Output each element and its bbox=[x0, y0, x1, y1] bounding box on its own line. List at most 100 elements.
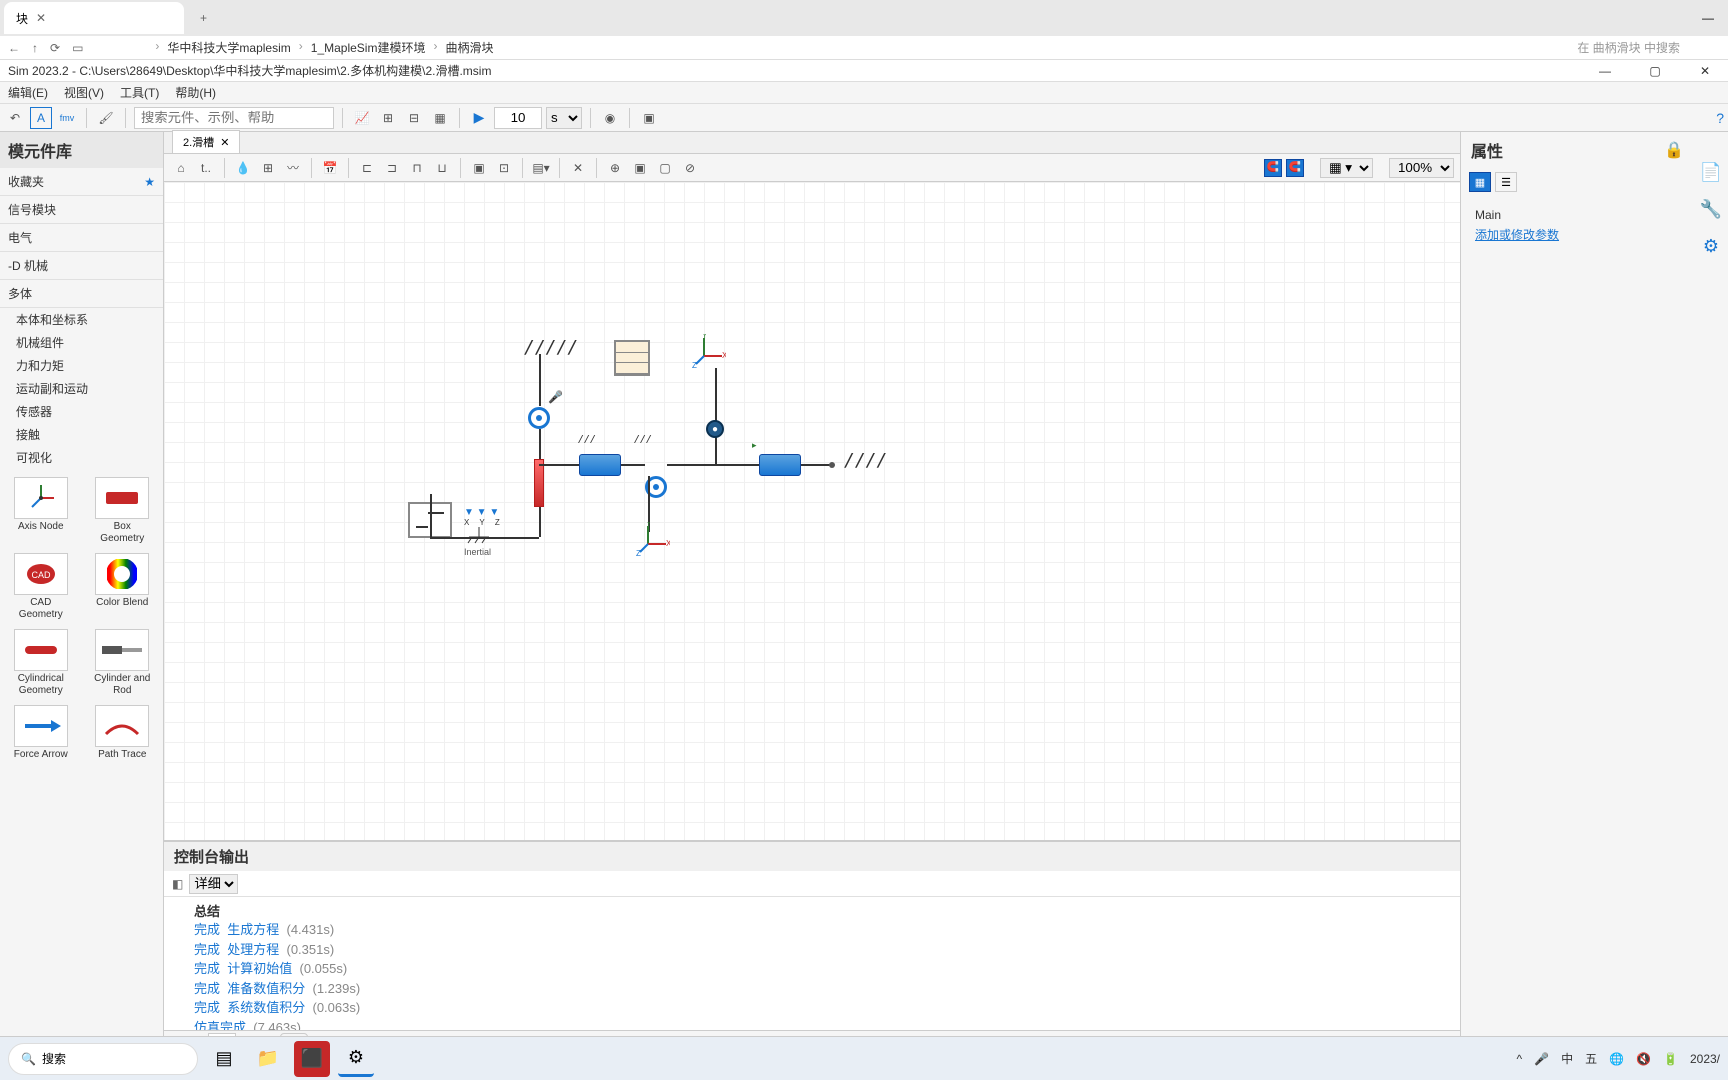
tool-drop-icon[interactable]: 💧 bbox=[232, 157, 254, 179]
reload-icon[interactable]: ⟳ bbox=[50, 41, 60, 55]
search-input[interactable] bbox=[134, 107, 334, 129]
minimize-button[interactable]: — bbox=[1590, 64, 1620, 78]
layout-select[interactable]: ▦ ▾ bbox=[1320, 158, 1373, 178]
comp-cylinder-rod[interactable]: Cylinder and Rod bbox=[86, 629, 160, 697]
tool-align2-icon[interactable]: ⊐ bbox=[381, 157, 403, 179]
tool-shuffle-icon[interactable]: ✕ bbox=[567, 157, 589, 179]
tray-globe-icon[interactable]: 🌐 bbox=[1609, 1052, 1624, 1066]
tray-mic-icon[interactable]: 🎤 bbox=[1534, 1052, 1549, 1066]
tray-battery-icon[interactable]: 🔋 bbox=[1663, 1052, 1678, 1066]
tool-sub-icon[interactable]: ▣ bbox=[468, 157, 490, 179]
inertial-frame[interactable]: ▼ ▼ ▼ X Y Z Inertial bbox=[464, 507, 504, 557]
comp-cylindrical[interactable]: Cylindrical Geometry bbox=[4, 629, 78, 697]
help-icon[interactable]: ? bbox=[1716, 110, 1724, 126]
play-button[interactable]: ▶ bbox=[468, 107, 490, 129]
rigid-body[interactable] bbox=[579, 454, 621, 476]
tool-view-icon[interactable]: ▦ bbox=[429, 107, 451, 129]
body-vertical[interactable] bbox=[534, 459, 544, 507]
browser-tab[interactable]: 块 ✕ bbox=[4, 2, 184, 34]
tool-chart-icon[interactable]: 📈 bbox=[351, 107, 373, 129]
table-block[interactable] bbox=[614, 340, 650, 376]
tool-forbidden-icon[interactable]: ⊘ bbox=[679, 157, 701, 179]
tool-grid-icon[interactable]: ⊞ bbox=[377, 107, 399, 129]
breadcrumb-item[interactable]: 1_MapleSim建模环境 bbox=[311, 39, 426, 56]
document-icon[interactable]: 📄 bbox=[1700, 162, 1722, 183]
tool-grid2-icon[interactable]: ⊞ bbox=[257, 157, 279, 179]
lib-favorites[interactable]: 收藏夹 ★ bbox=[0, 168, 163, 196]
tool-fmv-icon[interactable]: fmv bbox=[56, 107, 78, 129]
tree-contact[interactable]: 接触 bbox=[0, 423, 163, 446]
time-input[interactable] bbox=[494, 107, 542, 129]
rigid-body[interactable] bbox=[759, 454, 801, 476]
tool-paint-icon[interactable]: 🖌 bbox=[95, 107, 117, 129]
nav-icon[interactable]: t.. bbox=[195, 157, 217, 179]
tray-chevron-icon[interactable]: ^ bbox=[1516, 1052, 1522, 1066]
minimize-icon[interactable]: — bbox=[1702, 11, 1714, 25]
add-params-link[interactable]: 添加或修改参数 bbox=[1475, 226, 1680, 243]
home-icon[interactable]: ⌂ bbox=[170, 157, 192, 179]
axis-frame[interactable]: YXZ bbox=[692, 334, 726, 368]
tool-align4-icon[interactable]: ⊔ bbox=[431, 157, 453, 179]
maximize-button[interactable]: ▢ bbox=[1640, 64, 1670, 78]
lock-icon[interactable]: 🔒 bbox=[1664, 140, 1684, 160]
view-tab-list[interactable]: ☰ bbox=[1495, 172, 1517, 192]
axis-frame-bottom[interactable]: YXZ bbox=[636, 522, 670, 556]
lib-electrical[interactable]: 电气 bbox=[0, 224, 163, 252]
menu-view[interactable]: 视图(V) bbox=[64, 84, 104, 101]
eraser-icon[interactable]: ◧ bbox=[172, 877, 183, 891]
tool-wave-icon[interactable]: 〰 bbox=[282, 157, 304, 179]
comp-path-trace[interactable]: Path Trace bbox=[86, 705, 160, 761]
zoom-select[interactable]: 100% bbox=[1389, 158, 1454, 178]
tool-text-icon[interactable]: A bbox=[30, 107, 52, 129]
magnet2-icon[interactable]: 🧲 bbox=[1286, 159, 1304, 177]
lib-multibody[interactable]: 多体 bbox=[0, 280, 163, 308]
close-icon[interactable]: ✕ bbox=[36, 11, 46, 25]
comp-axis-node[interactable]: Axis Node bbox=[4, 477, 78, 545]
unit-select[interactable]: s bbox=[546, 107, 582, 129]
tree-body-frame[interactable]: 本体和坐标系 bbox=[0, 308, 163, 331]
tree-joints[interactable]: 运动副和运动 bbox=[0, 377, 163, 400]
tool-expand-icon[interactable]: ⊡ bbox=[493, 157, 515, 179]
menu-tools[interactable]: 工具(T) bbox=[120, 84, 159, 101]
tray-date[interactable]: 2023/ bbox=[1690, 1052, 1720, 1066]
detail-select[interactable]: 详细 bbox=[189, 874, 238, 894]
tool-undo-icon[interactable]: ↶ bbox=[4, 107, 26, 129]
wrench-icon[interactable]: 🔧 bbox=[1700, 199, 1722, 220]
explorer-icon[interactable]: 📁 bbox=[250, 1041, 286, 1077]
taskbar-search[interactable]: 🔍 搜索 bbox=[8, 1043, 198, 1075]
doc-tab[interactable]: 2.滑槽 ✕ bbox=[172, 130, 240, 153]
menu-help[interactable]: 帮助(H) bbox=[175, 84, 216, 101]
add-tab-button[interactable]: + bbox=[192, 7, 215, 29]
tool-target-icon[interactable]: ⊕ bbox=[604, 157, 626, 179]
tree-mech-comp[interactable]: 机械组件 bbox=[0, 331, 163, 354]
comp-force-arrow[interactable]: Force Arrow bbox=[4, 705, 78, 761]
lib-mech[interactable]: -D 机械 bbox=[0, 252, 163, 280]
tool-table-icon[interactable]: ⊟ bbox=[403, 107, 425, 129]
view-tab-icon[interactable]: ▦ bbox=[1469, 172, 1491, 192]
close-icon[interactable]: ✕ bbox=[220, 136, 229, 149]
comp-box-geometry[interactable]: Box Geometry bbox=[86, 477, 160, 545]
tray-volume-icon[interactable]: 🔇 bbox=[1636, 1052, 1651, 1066]
probe-icon[interactable]: 🎤 bbox=[548, 390, 563, 404]
tool-calendar-icon[interactable]: 📅 bbox=[319, 157, 341, 179]
breadcrumb-item[interactable]: 华中科技大学maplesim bbox=[167, 39, 290, 56]
tool-subsys-icon[interactable]: ▤▾ bbox=[530, 157, 552, 179]
model-canvas[interactable]: ///// YXZ 🎤 ▼ ▼ ▼ X Y Z In bbox=[164, 182, 1460, 840]
revolute-joint[interactable] bbox=[528, 407, 550, 429]
magnet1-icon[interactable]: 🧲 bbox=[1264, 159, 1282, 177]
tool-window-icon[interactable]: ▣ bbox=[638, 107, 660, 129]
gear-icon[interactable]: ⚙ bbox=[1703, 236, 1719, 257]
tree-sensors[interactable]: 传感器 bbox=[0, 400, 163, 423]
breadcrumb-item[interactable]: 曲柄滑块 bbox=[445, 39, 493, 56]
up-icon[interactable]: ↑ bbox=[32, 41, 38, 55]
tool-probe-icon[interactable]: ◉ bbox=[599, 107, 621, 129]
tool-box1-icon[interactable]: ▣ bbox=[629, 157, 651, 179]
maplesim-icon[interactable]: ⚙ bbox=[338, 1041, 374, 1077]
tool-box2-icon[interactable]: ▢ bbox=[654, 157, 676, 179]
tray-ime[interactable]: 中 bbox=[1561, 1050, 1573, 1067]
close-button[interactable]: ✕ bbox=[1690, 64, 1720, 78]
back-icon[interactable]: ← bbox=[8, 41, 20, 55]
mass-block[interactable]: ● bbox=[706, 420, 724, 438]
tree-force[interactable]: 力和力矩 bbox=[0, 354, 163, 377]
tool-align3-icon[interactable]: ⊓ bbox=[406, 157, 428, 179]
